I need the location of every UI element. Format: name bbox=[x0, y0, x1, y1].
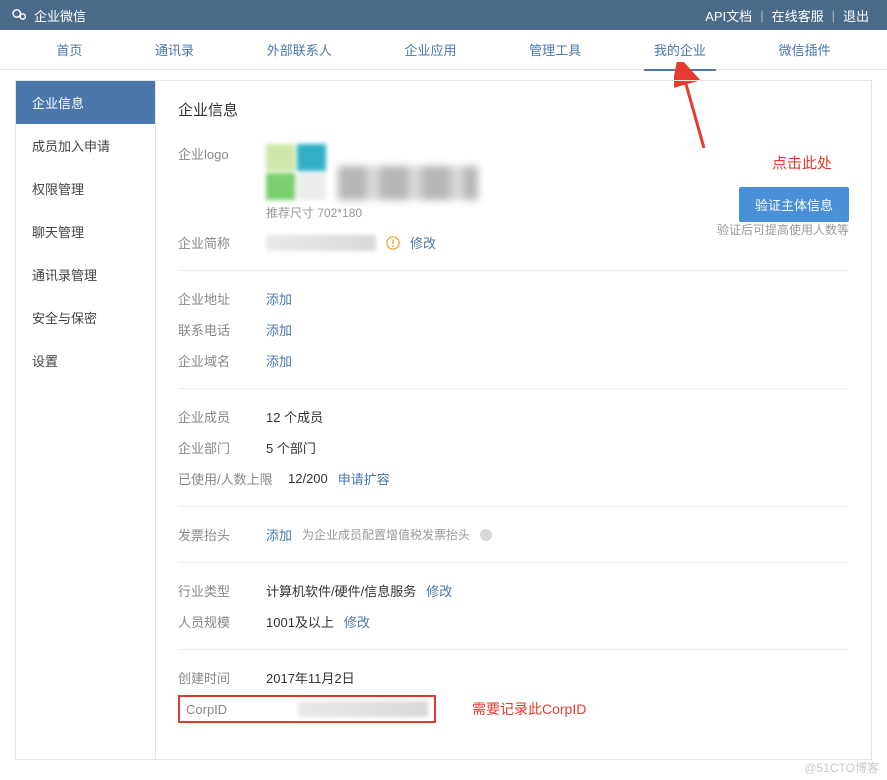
invoice-note: 为企业成员配置增值税发票抬头 bbox=[302, 526, 470, 543]
main-nav: 首页 通讯录 外部联系人 企业应用 管理工具 我的企业 微信插件 bbox=[0, 30, 887, 70]
industry-value: 计算机软件/硬件/信息服务 bbox=[266, 581, 416, 600]
industry-edit-link[interactable]: 修改 bbox=[426, 581, 452, 600]
corpid-label: CorpID bbox=[186, 702, 268, 717]
created-value: 2017年11月2日 bbox=[266, 668, 355, 687]
quota-value: 12/200 bbox=[288, 471, 328, 486]
logo-size-hint: 推荐尺寸 702*180 bbox=[266, 204, 362, 221]
logout-link[interactable]: 退出 bbox=[835, 6, 877, 25]
depts-value: 5 个部门 bbox=[266, 438, 316, 457]
sidebar-item-security[interactable]: 安全与保密 bbox=[16, 296, 155, 339]
members-label: 企业成员 bbox=[178, 407, 266, 426]
scale-edit-link[interactable]: 修改 bbox=[344, 612, 370, 631]
depts-label: 企业部门 bbox=[178, 438, 266, 457]
annotation-record-corpid: 需要记录此CorpID bbox=[472, 699, 586, 719]
tab-my-enterprise[interactable]: 我的企业 bbox=[644, 30, 716, 70]
verify-button[interactable]: 验证主体信息 bbox=[739, 187, 849, 222]
sidebar-item-enterprise-info[interactable]: 企业信息 bbox=[16, 81, 155, 124]
sidebar-item-permissions[interactable]: 权限管理 bbox=[16, 167, 155, 210]
phone-add-link[interactable]: 添加 bbox=[266, 320, 292, 339]
tab-wechat-plugin[interactable]: 微信插件 bbox=[769, 30, 841, 70]
corpid-highlight: CorpID bbox=[178, 695, 436, 723]
brand-icon bbox=[10, 6, 28, 24]
logo-label: 企业logo bbox=[178, 144, 266, 163]
tab-contacts[interactable]: 通讯录 bbox=[145, 30, 204, 70]
content-panel: 企业信息 验证主体信息 验证后可提高使用人数等 企业logo 推荐尺寸 702*… bbox=[155, 80, 872, 760]
warning-icon bbox=[386, 236, 400, 250]
support-link[interactable]: 在线客服 bbox=[764, 6, 832, 25]
api-doc-link[interactable]: API文档 bbox=[697, 6, 760, 25]
phone-label: 联系电话 bbox=[178, 320, 266, 339]
invoice-add-link[interactable]: 添加 bbox=[266, 525, 292, 544]
sidebar-item-chat[interactable]: 聊天管理 bbox=[16, 210, 155, 253]
brand-text: 企业微信 bbox=[34, 6, 86, 25]
industry-label: 行业类型 bbox=[178, 581, 266, 600]
watermark: @51CTO博客 bbox=[804, 759, 879, 776]
sidebar-item-contacts-mgmt[interactable]: 通讯录管理 bbox=[16, 253, 155, 296]
verify-hint: 验证后可提高使用人数等 bbox=[717, 221, 849, 238]
tab-home[interactable]: 首页 bbox=[46, 30, 92, 70]
scale-label: 人员规模 bbox=[178, 612, 266, 631]
tab-tools[interactable]: 管理工具 bbox=[519, 30, 591, 70]
brand: 企业微信 bbox=[10, 6, 86, 25]
sidebar: 企业信息 成员加入申请 权限管理 聊天管理 通讯录管理 安全与保密 设置 bbox=[15, 80, 155, 760]
sidebar-item-settings[interactable]: 设置 bbox=[16, 339, 155, 382]
shortname-edit-link[interactable]: 修改 bbox=[410, 233, 436, 252]
created-label: 创建时间 bbox=[178, 668, 266, 687]
scale-value: 1001及以上 bbox=[266, 612, 334, 631]
tab-external[interactable]: 外部联系人 bbox=[257, 30, 342, 70]
domain-add-link[interactable]: 添加 bbox=[266, 351, 292, 370]
domain-label: 企业域名 bbox=[178, 351, 266, 370]
top-bar: 企业微信 API文档 | 在线客服 | 退出 bbox=[0, 0, 887, 30]
tab-apps[interactable]: 企业应用 bbox=[394, 30, 466, 70]
members-value: 12 个成员 bbox=[266, 407, 323, 426]
info-icon bbox=[480, 529, 492, 541]
quota-label: 已使用/人数上限 bbox=[178, 469, 288, 488]
enterprise-logo-image[interactable] bbox=[266, 144, 326, 200]
shortname-label: 企业简称 bbox=[178, 233, 266, 252]
invoice-label: 发票抬头 bbox=[178, 525, 266, 544]
page-title: 企业信息 bbox=[178, 99, 849, 120]
sidebar-item-join-requests[interactable]: 成员加入申请 bbox=[16, 124, 155, 167]
address-label: 企业地址 bbox=[178, 289, 266, 308]
corpid-value bbox=[298, 701, 428, 717]
enterprise-logo-text bbox=[338, 166, 478, 200]
quota-expand-link[interactable]: 申请扩容 bbox=[338, 469, 390, 488]
address-add-link[interactable]: 添加 bbox=[266, 289, 292, 308]
shortname-value bbox=[266, 235, 376, 251]
